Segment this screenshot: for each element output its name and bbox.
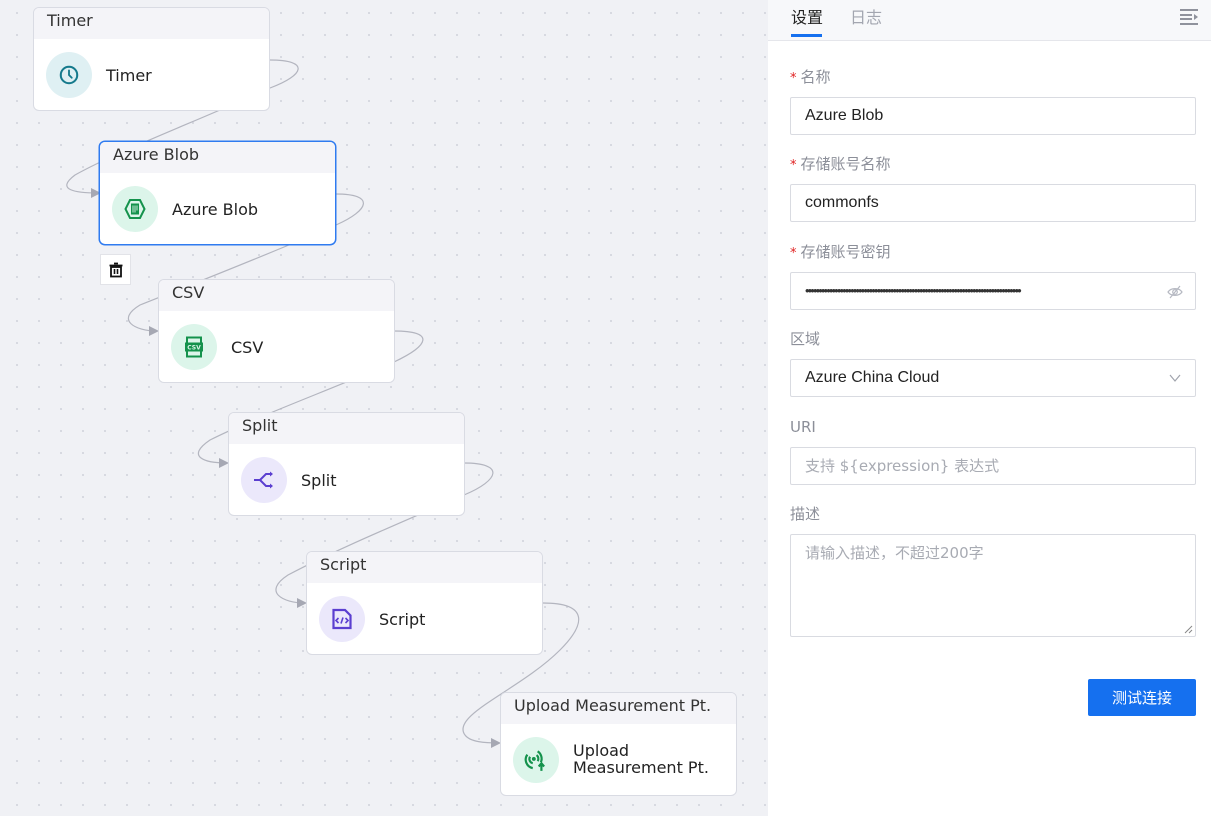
node-label: CSV [231,337,264,357]
required-mark: * [790,246,797,261]
node-header: Split [229,413,464,444]
azure-blob-icon [112,186,158,232]
active-tab-indicator [791,34,822,37]
tab-logs[interactable]: 日志 [850,8,882,28]
name-input[interactable]: Azure Blob [790,97,1196,135]
node-script[interactable]: Script Script [306,551,543,655]
trash-icon [109,262,122,277]
resize-handle-icon[interactable] [1183,624,1193,634]
eye-off-icon[interactable] [1167,284,1183,300]
node-split[interactable]: Split Split [228,412,465,516]
region-label: 区域 [790,330,821,348]
node-label: Upload Measurement Pt. [573,741,709,777]
node-timer[interactable]: Timer Timer [33,7,270,111]
node-csv[interactable]: CSV CSV CSV [158,279,395,383]
chevron-down-icon [1169,374,1181,382]
script-icon [319,596,365,642]
panel-tabs: 设置 日志 [768,0,1211,41]
split-icon [241,457,287,503]
description-textarea[interactable]: 请输入描述，不超过200字 [790,534,1196,637]
flow-canvas[interactable]: Timer Timer Azure Blob Azure Blob CSV CS… [0,0,768,816]
region-selected-value: Azure China Cloud [805,369,940,386]
account-key-label: * 存储账号密钥 [790,243,891,261]
node-header: Script [307,552,542,583]
node-label: Script [379,609,426,629]
upload-signal-icon [513,737,559,783]
account-name-label: * 存储账号名称 [790,155,891,173]
node-header: Timer [34,8,269,39]
description-placeholder: 请输入描述，不超过200字 [805,544,984,562]
uri-input[interactable]: 支持 ${expression} 表达式 [790,447,1196,485]
test-connection-button[interactable]: 测试连接 [1088,679,1196,716]
csv-icon-text: CSV [187,345,201,352]
account-key-input[interactable]: ••••••••••••••••••••••••••••••••••••••••… [790,272,1196,310]
required-mark: * [790,158,797,173]
uri-label: URI [790,418,816,436]
node-header: Azure Blob [100,142,335,173]
required-mark: * [790,71,797,86]
node-azure-blob[interactable]: Azure Blob Azure Blob [99,141,336,245]
masked-password: ••••••••••••••••••••••••••••••••••••••••… [805,283,1022,298]
node-header: Upload Measurement Pt. [501,693,736,724]
node-label: Azure Blob [172,199,259,219]
node-upload-measurement-pt[interactable]: Upload Measurement Pt. Upload Measuremen… [500,692,737,796]
tab-settings[interactable]: 设置 [791,8,823,28]
node-header: CSV [159,280,394,311]
csv-icon: CSV [171,324,217,370]
node-label: Timer [106,65,152,85]
properties-panel: 设置 日志 * 名称 Azure Blob * 存储账号名称 commonfs * 存… [768,0,1211,816]
region-select[interactable]: Azure China Cloud [790,359,1196,397]
collapse-panel-icon[interactable] [1179,8,1199,26]
clock-icon [46,52,92,98]
node-label: Split [301,470,337,490]
delete-node-button[interactable] [100,254,131,285]
name-label: * 名称 [790,68,831,86]
description-label: 描述 [790,505,821,523]
account-name-input[interactable]: commonfs [790,184,1196,222]
